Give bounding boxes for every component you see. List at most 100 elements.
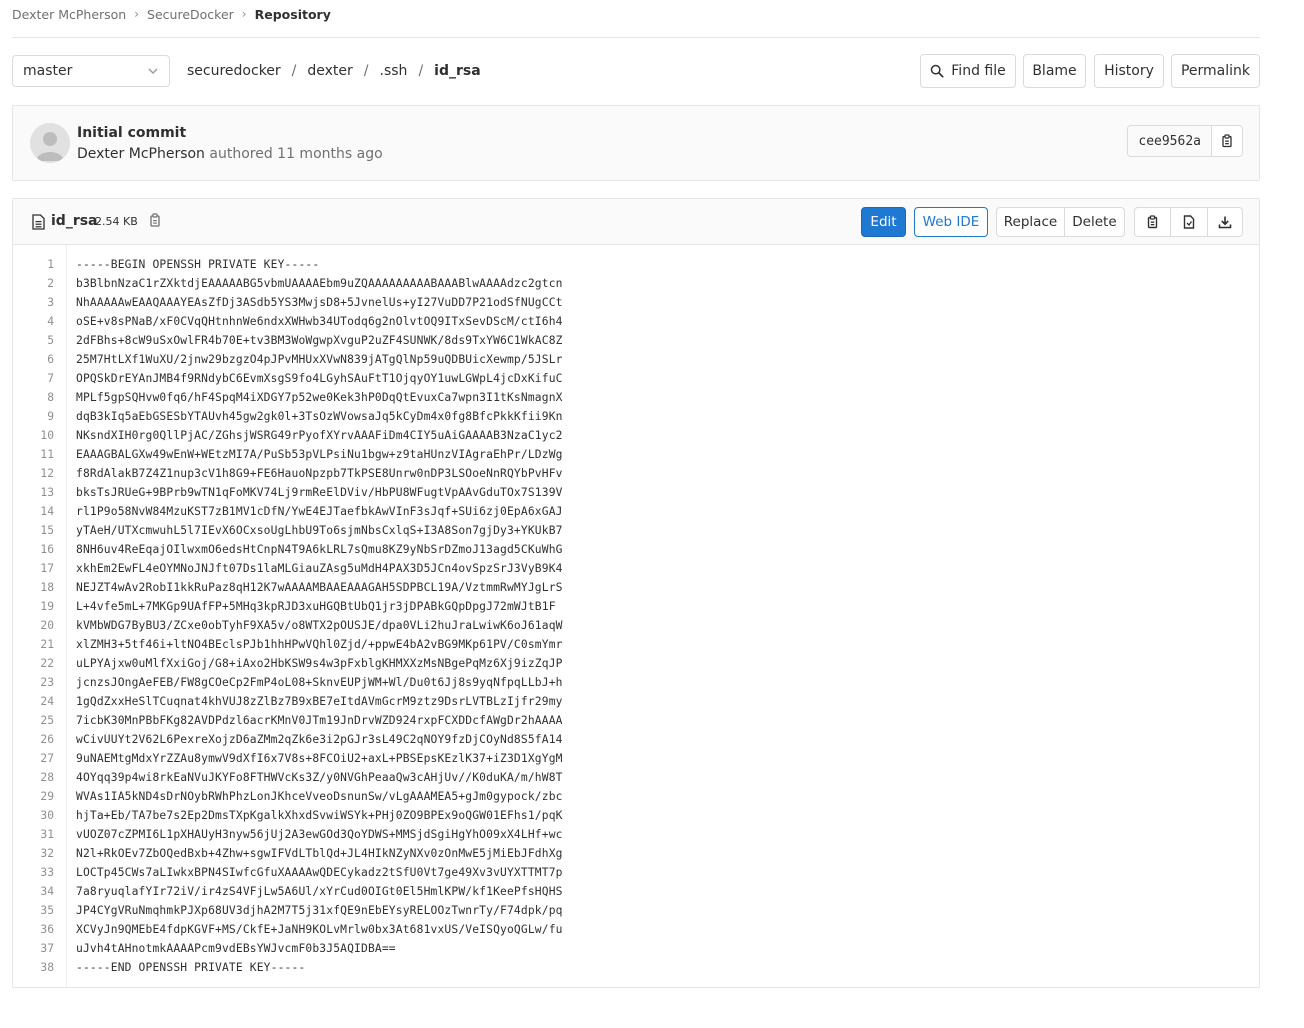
line-number[interactable]: 5 (13, 331, 54, 350)
path-current-file[interactable]: id_rsa (434, 63, 481, 79)
copy-sha-button[interactable] (1212, 126, 1242, 156)
line-content: NhAAAAAwEAAQAAAYEAsZfDj3ASdb5YS3MwjsD8+5… (76, 296, 563, 309)
line-content: kVMbWDG7ByBU3/ZCxe0obTyhF9XA5v/o8WTX2pOU… (76, 619, 563, 632)
line-number[interactable]: 37 (13, 939, 54, 958)
path-segment[interactable]: securedocker (187, 63, 281, 79)
line-number[interactable]: 32 (13, 844, 54, 863)
line-number[interactable]: 2 (13, 274, 54, 293)
code-line: 5 2dFBhs+8cW9uSxOwlFR4b70E+tv3BM3WoWgwpXv… (13, 331, 1259, 350)
line-number[interactable]: 12 (13, 464, 54, 483)
line-content: yTAeH/UTXcmwuhL5l7IEvX6OCxsoUgLhbU9To6sj… (76, 524, 563, 537)
breadcrumb-project[interactable]: SecureDocker (147, 7, 234, 22)
line-content: b3BlbnNzaC1rZXktdjEAAAAABG5vbmUAAAAEbm9u… (76, 277, 563, 290)
line-number[interactable]: 9 (13, 407, 54, 426)
line-number[interactable]: 4 (13, 312, 54, 331)
breadcrumb-user[interactable]: Dexter McPherson (12, 7, 126, 22)
line-number[interactable]: 7 (13, 369, 54, 388)
code-line: 38 -----END OPENSSH PRIVATE KEY----- (13, 958, 1259, 977)
blame-button[interactable]: Blame (1023, 54, 1086, 88)
code-line: 32 N2l+RkOEv7ZbOQedBxb+4Zhw+sgwIFVdLTblQd… (13, 844, 1259, 863)
line-number[interactable]: 29 (13, 787, 54, 806)
open-raw-button[interactable] (1170, 208, 1206, 236)
line-number[interactable]: 22 (13, 654, 54, 673)
line-number[interactable]: 36 (13, 920, 54, 939)
permalink-button[interactable]: Permalink (1171, 54, 1260, 88)
line-number[interactable]: 17 (13, 559, 54, 578)
line-content: JP4CYgVRuNmqhmkPJXp68UV3djhA2M7T5j31xfQE… (76, 904, 563, 917)
commit-sha[interactable]: cee9562a (1128, 126, 1212, 156)
code-line: 9 dqB3kIq5aEbGSESbYTAUvh45gw2gk0l+3TsOzWV… (13, 407, 1259, 426)
line-number[interactable]: 34 (13, 882, 54, 901)
replace-button[interactable]: Replace (997, 208, 1064, 236)
line-number[interactable]: 33 (13, 863, 54, 882)
code-line: 4 oSE+v8sPNaB/xF0CVqQHtnhnWe6ndxXWHwb34UT… (13, 312, 1259, 331)
commit-author[interactable]: Dexter McPherson (77, 146, 205, 162)
line-number[interactable]: 30 (13, 806, 54, 825)
line-number[interactable]: 19 (13, 597, 54, 616)
line-number[interactable]: 11 (13, 445, 54, 464)
copy-path-icon[interactable] (149, 212, 163, 228)
line-content: bksTsJRUeG+9BPrb9wTN1qFoMKV74Lj9rmReElDV… (76, 486, 563, 499)
line-number[interactable]: 31 (13, 825, 54, 844)
line-content: xkhEm2EwFL4eOYMNoJNJft07Ds1laMLGiauZAsg5… (76, 562, 563, 575)
line-content: 7a8ryuqlafYIr72iV/ir4zS4VFjLw5A6Ul/xYrCu… (76, 885, 563, 898)
line-number[interactable]: 26 (13, 730, 54, 749)
line-number[interactable]: 14 (13, 502, 54, 521)
line-number[interactable]: 15 (13, 521, 54, 540)
avatar[interactable] (30, 123, 70, 163)
line-number[interactable]: 6 (13, 350, 54, 369)
blame-label: Blame (1032, 63, 1077, 79)
edit-button[interactable]: Edit (861, 207, 906, 237)
code-line: 24 1gQdZxxHeSlTCuqnat4khVUJ8zZlBz7B9xBE7e… (13, 692, 1259, 711)
copy-contents-button[interactable] (1135, 208, 1170, 236)
history-label: History (1104, 63, 1154, 79)
line-number[interactable]: 25 (13, 711, 54, 730)
code-line: 14 rl1P9o58NvW84MzuKST7zB1MV1cDfN/YwE4EJT… (13, 502, 1259, 521)
history-button[interactable]: History (1094, 54, 1164, 88)
path-segment[interactable]: .ssh (380, 63, 408, 79)
line-number[interactable]: 20 (13, 616, 54, 635)
line-number[interactable]: 3 (13, 293, 54, 312)
line-number[interactable]: 21 (13, 635, 54, 654)
line-number[interactable]: 35 (13, 901, 54, 920)
line-number[interactable]: 18 (13, 578, 54, 597)
code-line: 13 bksTsJRUeG+9BPrb9wTN1qFoMKV74Lj9rmReEl… (13, 483, 1259, 502)
web-ide-button[interactable]: Web IDE (914, 207, 988, 237)
code-viewer[interactable]: 1 -----BEGIN OPENSSH PRIVATE KEY----- 2 b3B… (13, 245, 1259, 987)
raw-file-icon (1183, 215, 1195, 229)
find-file-button[interactable]: Find file (920, 54, 1016, 88)
line-content: 1gQdZxxHeSlTCuqnat4khVUJ8zZlBz7B9xBE7eIt… (76, 695, 563, 708)
line-number[interactable]: 1 (13, 255, 54, 274)
file-header: id_rsa 2.54 KB Edit Web IDE Replace Dele… (13, 199, 1259, 245)
line-number[interactable]: 23 (13, 673, 54, 692)
code-line: 30 hjTa+Eb/TA7be7s2Ep2DmsTXpKgalkXhxdSvwi… (13, 806, 1259, 825)
line-number[interactable]: 8 (13, 388, 54, 407)
replace-delete-group: Replace Delete (996, 207, 1125, 237)
line-content: uLPYAjxw0uMlfXxiGoj/G8+iAxo2HbKSW9s4w3pF… (76, 657, 563, 670)
line-content: uJvh4tAHnotmkAAAAPcm9vdEBsYWJvcmF0b3J5AQ… (76, 942, 396, 955)
breadcrumb-current[interactable]: Repository (255, 7, 331, 22)
commit-title[interactable]: Initial commit (77, 125, 186, 141)
code-lines: 1 -----BEGIN OPENSSH PRIVATE KEY----- 2 b3B… (13, 255, 1259, 977)
line-number[interactable]: 38 (13, 958, 54, 977)
download-button[interactable] (1206, 208, 1242, 236)
line-number[interactable]: 28 (13, 768, 54, 787)
path-segment[interactable]: dexter (307, 63, 352, 79)
download-icon (1218, 216, 1232, 229)
code-line: 23 jcnzsJOngAeFEB/FW8gCOeCp2FmP4oL08+Sknv… (13, 673, 1259, 692)
code-line: 11 EAAAGBALGXw49wEnW+WEtzMI7A/PuSb53pVLPs… (13, 445, 1259, 464)
delete-button[interactable]: Delete (1063, 208, 1124, 236)
line-number[interactable]: 13 (13, 483, 54, 502)
line-number[interactable]: 16 (13, 540, 54, 559)
branch-dropdown[interactable]: master (12, 55, 170, 87)
code-line: 26 wCivUUYt2V62L6PexreXojzD6aZMm2qZk6e3i2… (13, 730, 1259, 749)
line-number[interactable]: 24 (13, 692, 54, 711)
chevron-down-icon (148, 68, 158, 74)
line-number[interactable]: 10 (13, 426, 54, 445)
line-content: -----END OPENSSH PRIVATE KEY----- (76, 961, 306, 974)
edit-label: Edit (870, 214, 897, 230)
code-line: 8 MPLf5gpSQHvw0fq6/hF4SpqM4iXDGY7p52we0Ke… (13, 388, 1259, 407)
line-number[interactable]: 27 (13, 749, 54, 768)
line-content: MPLf5gpSQHvw0fq6/hF4SpqM4iXDGY7p52we0Kek… (76, 391, 563, 404)
branch-label: master (23, 63, 73, 79)
